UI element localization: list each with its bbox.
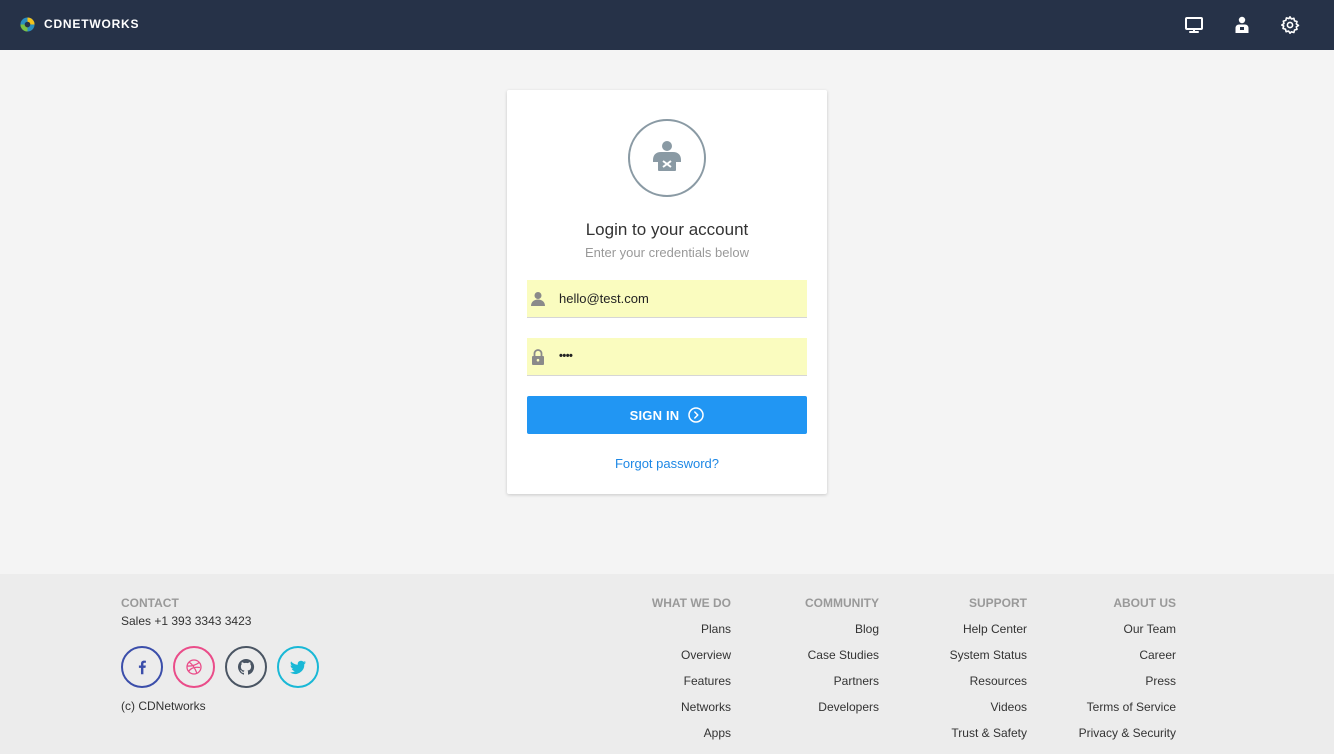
user-badge-icon[interactable] [1232,15,1252,35]
monitor-icon[interactable] [1184,15,1204,35]
footer-column-heading: SUPPORT [968,596,1027,610]
footer-column-support: SUPPORT Help Center System Status Resour… [950,596,1027,740]
footer-link[interactable]: System Status [950,648,1027,662]
brand[interactable]: CDNETWORKS [20,17,139,32]
footer-column-what-we-do: WHAT WE DO Plans Overview Features Netwo… [652,596,731,740]
sign-in-label: SIGN IN [629,407,680,423]
cdnetworks-logo-icon [20,17,35,32]
footer-link[interactable]: Resources [950,674,1027,688]
footer-link[interactable]: Our Team [1079,622,1176,636]
forgot-password-link[interactable]: Forgot password? [507,456,827,471]
footer-link[interactable]: Career [1079,648,1176,662]
twitter-icon [290,660,306,674]
password-field[interactable]: •••• [527,338,807,376]
account-avatar [628,119,706,197]
facebook-button[interactable] [121,646,163,688]
sales-phone: Sales +1 393 3343 3423 [121,614,252,628]
brand-name: CDNETWORKS [44,17,140,31]
login-card: Login to your account Enter your credent… [507,90,827,494]
footer-link[interactable]: Help Center [950,622,1027,636]
lock-icon [531,349,545,365]
footer-link[interactable]: Networks [652,700,731,714]
footer-link[interactable]: Developers [805,700,879,714]
user-icon [531,291,545,307]
email-value[interactable]: hello@test.com [559,291,649,306]
footer-link[interactable]: Videos [950,700,1027,714]
email-field[interactable]: hello@test.com [527,280,807,318]
footer-link[interactable]: Terms of Service [1079,700,1176,714]
footer-link[interactable]: Overview [652,648,731,662]
footer-link[interactable]: Apps [652,726,731,740]
footer-link[interactable]: Blog [805,622,879,636]
footer-link[interactable]: Press [1079,674,1176,688]
login-title: Login to your account [585,220,749,239]
footer-column-heading: COMMUNITY [805,596,879,610]
settings-gear-icon[interactable] [1280,15,1300,35]
facebook-icon [138,660,146,675]
footer-column-heading: WHAT WE DO [651,596,731,610]
github-button[interactable] [225,646,267,688]
footer-link[interactable]: Trust & Safety [950,726,1027,740]
footer-link[interactable]: Partners [805,674,879,688]
footer-link[interactable]: Plans [652,622,731,636]
footer-link[interactable]: Privacy & Security [1079,726,1176,740]
password-value[interactable]: •••• [559,350,573,362]
sign-in-button[interactable]: SIGN IN [527,396,807,434]
user-reader-icon [653,141,681,171]
copyright: (c) CDNetworks [121,699,206,713]
github-icon [237,658,255,675]
login-subtitle: Enter your credentials below [584,245,750,260]
dribbble-button[interactable] [173,646,215,688]
footer-link[interactable]: Case Studies [805,648,879,662]
twitter-button[interactable] [277,646,319,688]
arrow-circle-right-icon [688,407,705,423]
footer-column-community: COMMUNITY Blog Case Studies Partners Dev… [805,596,879,714]
footer: CONTACT Sales +1 393 3343 3423 (c) CDNet… [0,574,1334,754]
top-navbar: CDNETWORKS [0,0,1334,50]
contact-heading: CONTACT [121,596,179,610]
dribbble-icon [186,659,202,675]
footer-column-about-us: ABOUT US Our Team Career Press Terms of … [1079,596,1176,740]
footer-link[interactable]: Features [652,674,731,688]
footer-column-heading: ABOUT US [1113,596,1176,610]
